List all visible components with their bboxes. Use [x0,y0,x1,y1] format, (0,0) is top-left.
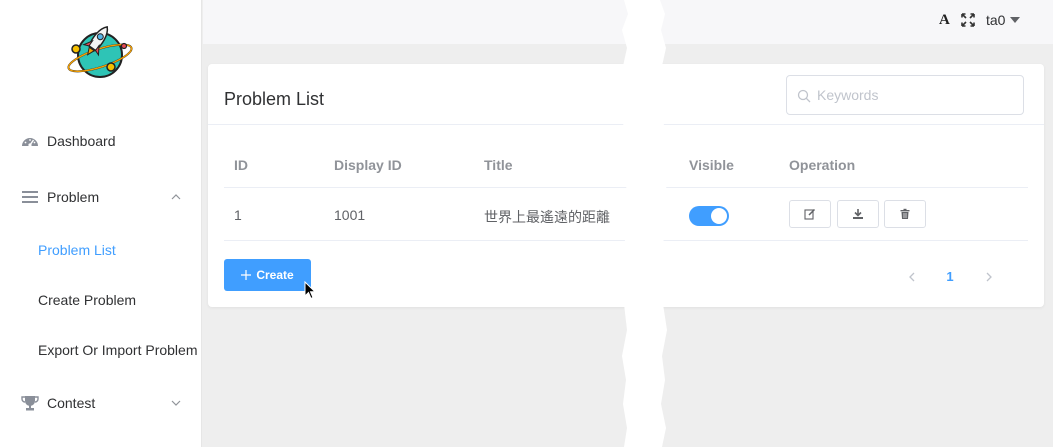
chevron-right-icon[interactable] [983,271,995,283]
edit-icon [804,208,816,220]
cell-id: 1 [234,207,242,223]
visible-toggle[interactable] [689,206,729,226]
torn-page-divider [621,0,667,447]
plus-icon [241,270,252,280]
user-dropdown[interactable]: ta0 [986,12,1021,28]
dashboard-icon [22,138,38,147]
chevron-down-icon [171,400,181,406]
column-header-title: Title [484,157,513,173]
cell-display-id: 1001 [334,207,366,223]
sidebar-item-problem[interactable]: Problem [0,177,202,217]
sidebar-item-label: Problem [47,189,100,205]
search-field[interactable] [786,75,1024,115]
sidebar-item-dashboard[interactable]: Dashboard [0,121,202,161]
menu-lines-icon [22,191,38,203]
sidebar-item-contest[interactable]: Contest [0,383,202,423]
create-label: Create [256,268,294,282]
column-header-id: ID [234,157,248,173]
download-button[interactable] [837,200,879,228]
trophy-icon [21,396,39,411]
chevron-up-icon [171,194,181,200]
create-problem-button[interactable]: Create [224,259,311,291]
column-header-operation: Operation [789,157,856,173]
column-header-visible: Visible [689,157,734,173]
sidebar-subitem-export-import-problem[interactable]: Export Or Import Problem [0,330,202,370]
pagination-current-page[interactable]: 1 [943,269,957,284]
search-icon [797,89,811,103]
sidebar-item-label: Contest [47,395,96,411]
sidebar-subitem-create-problem[interactable]: Create Problem [0,280,202,320]
sidebar: Dashboard Problem Problem List Create Pr… [0,0,202,447]
trash-icon [900,208,910,219]
caret-down-icon [1010,17,1021,23]
font-size-icon[interactable]: A [939,12,950,29]
toggle-knob [711,208,727,224]
search-input[interactable] [817,84,1007,106]
fullscreen-icon[interactable] [961,13,975,27]
column-header-display-id: Display ID [334,157,402,173]
delete-button[interactable] [884,200,926,228]
rocket-planet-logo [67,26,133,78]
chevron-left-icon[interactable] [906,271,918,283]
username: ta0 [986,12,1006,28]
cell-title: 世界上最遙遠的距離 [484,209,610,225]
sidebar-subitem-problem-list[interactable]: Problem List [0,230,202,270]
download-icon [853,209,863,219]
sidebar-item-label: Dashboard [47,133,116,149]
mouse-pointer-icon [304,281,316,300]
edit-button[interactable] [789,200,831,228]
page-title: Problem List [224,89,325,109]
